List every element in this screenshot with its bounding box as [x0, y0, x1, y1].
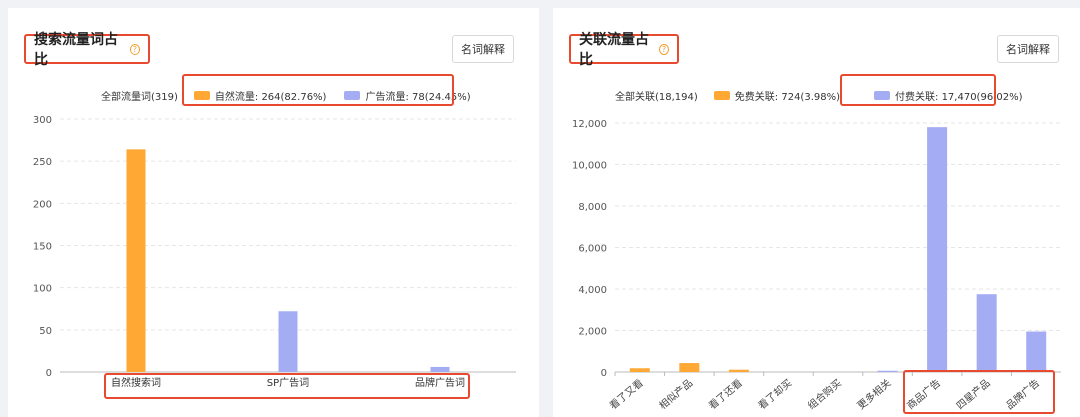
bar-免费关联[interactable]: [728, 369, 749, 372]
y-tick-label: 2,000: [578, 327, 607, 338]
y-tick-label: 0: [46, 368, 52, 379]
bar-付费关联[interactable]: [1026, 331, 1047, 372]
y-tick-label: 250: [33, 157, 52, 168]
bar-付费关联[interactable]: [877, 370, 898, 372]
y-tick-label: 12,000: [572, 119, 607, 130]
y-tick-label: 200: [33, 199, 52, 210]
y-tick-label: 300: [33, 115, 52, 126]
x-tick-label: 看了却买: [755, 376, 794, 412]
y-tick-label: 8,000: [578, 202, 607, 213]
bar-付费关联[interactable]: [927, 127, 948, 373]
related-traffic-card: 关联流量占比 ? 名词解释 全部关联(18,194) 免费关联: 724(3.9…: [553, 8, 1080, 417]
bar-免费关联[interactable]: [629, 368, 650, 372]
bar-自然流量[interactable]: [126, 149, 146, 372]
y-tick-label: 4,000: [578, 285, 607, 296]
x-tick-label: 组合购买: [805, 376, 844, 412]
x-tick-label: 看了又看: [607, 376, 646, 412]
xaxis-highlight-box: [104, 373, 470, 399]
x-tick-label: 看了还看: [706, 376, 745, 412]
bar-免费关联[interactable]: [679, 363, 700, 372]
bar-广告流量[interactable]: [278, 311, 298, 372]
xaxis-highlight-box: [903, 370, 1055, 414]
related-traffic-bar-chart: 0 2,000 4,000 6,000 8,000 10,000 12,000 看了又看 相似产…: [572, 119, 1061, 412]
search-traffic-card: 搜索流量词占比 ? 名词解释 全部流量词(319) 自然流量: 264(82.7…: [8, 8, 539, 417]
y-tick-label: 10,000: [572, 161, 607, 172]
bar-广告流量[interactable]: [430, 366, 450, 372]
bar-付费关联[interactable]: [976, 294, 997, 372]
y-tick-label: 0: [601, 368, 607, 379]
y-tick-label: 50: [39, 326, 52, 337]
y-tick-label: 6,000: [578, 244, 607, 255]
x-tick-label: 更多相关: [854, 376, 893, 412]
y-tick-label: 150: [33, 242, 52, 253]
x-tick-label: 相似产品: [656, 376, 695, 412]
search-traffic-bar-chart: 050100150200250300自然搜索词 SP广告词 品牌广告词: [33, 115, 516, 389]
y-tick-label: 100: [33, 284, 52, 295]
